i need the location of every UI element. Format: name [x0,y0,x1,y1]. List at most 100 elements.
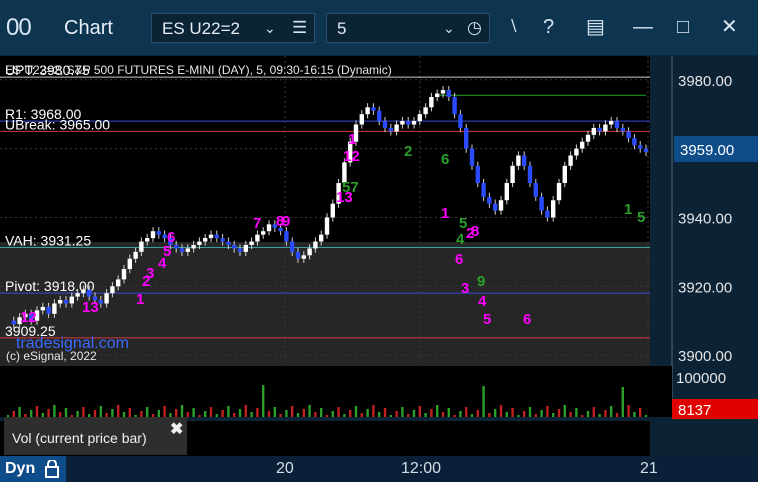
candle-body [469,148,475,166]
candle-body [609,121,614,125]
volume-bar [534,414,537,417]
volume-bar [412,410,416,417]
candle-body [481,183,486,197]
candle-body [150,231,156,239]
help-icon[interactable]: ? [543,14,554,40]
candle-body [498,200,504,211]
count-label: 7 [253,215,261,232]
volume-bar [639,408,642,417]
pin-icon[interactable]: ∖ [508,14,518,40]
candle-body [191,244,196,249]
chart-header: ES U22=2, S&P 500 FUTURES E-MINI (DAY), … [5,63,392,77]
volume-bar [569,412,572,417]
candle-body [406,121,411,125]
volume-bar [424,413,427,417]
volume-bar [227,406,230,417]
volume-bar [291,406,294,417]
candle-body [440,90,446,94]
volume-bar [99,406,102,417]
volume-bar [163,406,166,417]
page-setup-icon[interactable]: ▤ [586,14,605,40]
candle-body [539,196,544,211]
list-icon[interactable]: ☰ [292,18,307,38]
candle-body [574,148,579,156]
close-panel-icon[interactable]: ✖ [170,419,183,439]
candle-body [533,183,538,197]
volume-bar [610,406,613,417]
candle-body [121,269,127,280]
candle-body [214,234,219,239]
volume-bar [262,385,265,417]
candle-body [284,231,289,242]
candle-body [11,320,16,325]
candle-body [243,244,248,252]
candle-body [261,231,266,235]
watermark-site: tradesignal.com [16,335,129,352]
candle-body [69,296,74,304]
volume-bar [343,414,346,417]
candle-body [423,107,428,115]
price-chart[interactable]: UPT: 3980.75R1: 3968.00UBreak: 3965.00VA… [0,56,758,456]
chart-area[interactable]: UPT: 3980.75 R1: 3968.00 UBreak: 3965.00 VA… [0,56,758,456]
candle-body [632,138,637,146]
volume-bar [349,410,352,417]
volume-bar [111,409,114,417]
window-title: Chart [64,17,113,39]
volume-bar [64,408,68,417]
candle-body [197,241,202,245]
candle-body [313,241,318,249]
x-axis-bar: Dyn 20 12:00 21 [0,456,758,482]
window-titlebar: 00 Chart ES U22=2 ⌄ ☰ 5 ⌄ ◷ ∖ ? ▤ — □ ✕ [0,0,758,56]
y-tick-label: 3900.00 [678,348,732,365]
volume-bar [279,414,282,417]
count-label: 1 [441,205,449,222]
count-label: 2 [404,143,412,160]
candle-body [626,131,631,139]
candle-body [411,121,417,125]
count-label: 4 [158,255,167,272]
candle-body [156,231,161,235]
volume-panel-label: Vol (current price bar) ✖ [4,417,187,455]
interval-field[interactable]: 5 ⌄ ◷ [326,13,490,43]
volume-bar [378,412,381,417]
volume-bar [540,410,543,417]
volume-bar [204,411,207,417]
chevron-down-icon[interactable]: ⌄ [443,20,455,37]
clock-icon[interactable]: ◷ [467,18,482,38]
volume-bar [395,411,398,417]
close-icon[interactable]: ✕ [721,14,738,40]
minimize-icon[interactable]: — [633,14,653,40]
volume-bar [372,405,375,417]
symbol-field[interactable]: ES U22=2 ⌄ ☰ [151,13,315,43]
volume-bar [302,409,305,417]
candle-body [562,165,567,184]
candle-body [377,110,382,122]
candle-body [603,124,608,132]
volume-bar [644,415,648,417]
volume-bar [441,412,445,417]
candle-body [464,127,469,149]
x-axis-label: 12:00 [401,460,442,477]
count-label: 1 [624,201,632,218]
volume-bar [273,407,276,417]
candle-body [232,244,237,249]
level-label: UBreak: 3965.00 [5,116,110,132]
volume-bar [453,415,456,417]
maximize-icon[interactable]: □ [677,14,689,40]
x-axis-label: 21 [640,460,658,477]
candle-body [319,234,324,242]
volume-bar [354,406,358,417]
count-label: 6 [455,251,463,268]
dyn-mode-button[interactable]: Dyn [0,456,66,482]
candle-body [185,248,190,252]
chevron-down-icon[interactable]: ⌄ [264,20,276,37]
volume-bar [459,411,462,417]
volume-bar [192,408,195,417]
volume-bar [267,411,271,417]
volume-bar [494,409,497,417]
volume-bar [296,413,300,417]
candle-body [145,238,150,242]
volume-bar [82,407,85,417]
count-label: 9 [282,213,290,230]
count-label: 5 [459,215,467,232]
